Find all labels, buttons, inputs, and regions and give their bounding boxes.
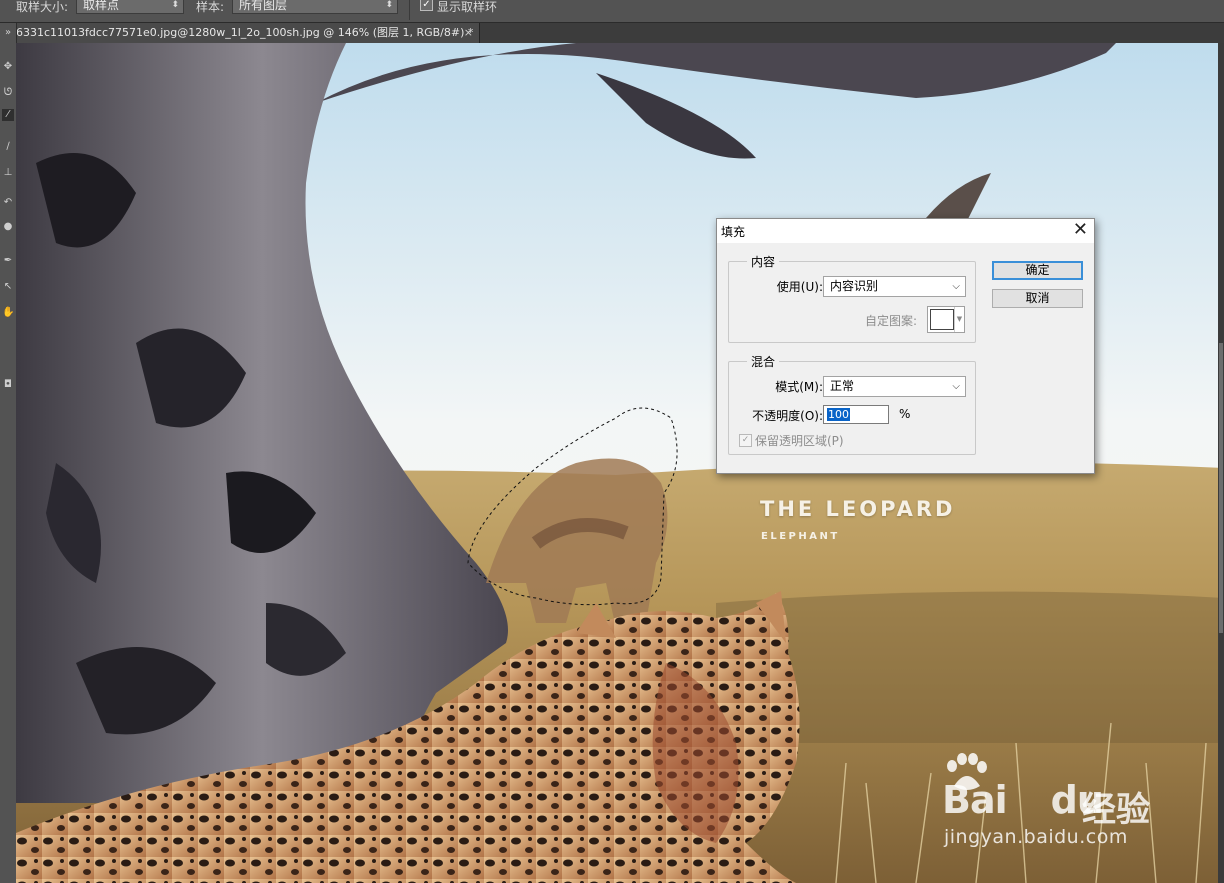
contents-group: 内容 使用(U): 内容识别 ⌵ 自定图案: ▼ (728, 253, 976, 343)
move-tool-icon[interactable]: ✥ (2, 61, 14, 73)
chevron-updown-icon: ⬍ (171, 0, 179, 10)
opacity-input[interactable]: 100 (823, 405, 889, 424)
custom-pattern-picker[interactable]: ▼ (927, 306, 965, 333)
document-tab-bar: 6331c11013fdcc77571e0.jpg@1280w_1l_2o_10… (0, 23, 1224, 43)
use-select-value: 内容识别 (830, 279, 879, 293)
use-label: 使用(U): (776, 280, 823, 294)
baidu-paw-icon (947, 753, 987, 790)
hand-tool-icon[interactable]: ✋ (2, 307, 14, 319)
sample-size-value: 取样点 (83, 0, 120, 12)
blur-tool-icon[interactable]: ● (2, 221, 14, 233)
cancel-button[interactable]: 取消 (992, 289, 1083, 308)
scrollbar-thumb[interactable] (1219, 343, 1223, 633)
document-tab-title: 6331c11013fdcc77571e0.jpg@1280w_1l_2o_10… (16, 26, 474, 39)
tools-panel: » ✥ ᘎ ⁄ ∕ ⊥ ↶ ● ✒ ↖ ✋ ◘ (0, 23, 17, 408)
use-select[interactable]: 内容识别 ⌵ (823, 276, 966, 297)
show-ring-label: 显示取样环 (437, 0, 498, 14)
poster-subtitle: ELEPHANT (761, 531, 840, 542)
show-ring-checkbox[interactable]: ✓ (420, 0, 433, 11)
eyedropper-tool-icon[interactable]: ⁄ (2, 109, 14, 121)
sample-select[interactable]: 所有图层 ⬍ (232, 0, 398, 14)
chevron-down-icon: ▼ (954, 307, 964, 332)
preserve-transparency-checkbox[interactable]: ✓ (739, 434, 752, 447)
mode-select-value: 正常 (830, 379, 855, 393)
pen-tool-icon[interactable]: ✒ (2, 255, 14, 267)
clone-stamp-tool-icon[interactable]: ⊥ (2, 167, 14, 179)
panel-collapse-icon[interactable]: » (2, 27, 14, 39)
contents-group-label: 内容 (747, 253, 780, 270)
brush-tool-icon[interactable]: ∕ (2, 141, 14, 153)
sample-value: 所有图层 (239, 0, 288, 12)
watermark-url: jingyan.baidu.com (944, 826, 1128, 848)
chevron-updown-icon: ⬍ (385, 0, 393, 10)
blending-group-label: 混合 (747, 353, 780, 370)
options-divider (409, 0, 410, 20)
blending-group: 混合 模式(M): 正常 ⌵ 不透明度(O): 100 % ✓ 保留透明区域(P… (728, 353, 976, 455)
custom-pattern-label: 自定图案: (864, 314, 917, 328)
opacity-unit: % (899, 407, 911, 421)
pattern-swatch (930, 309, 954, 330)
lasso-tool-icon[interactable]: ᘎ (2, 87, 14, 99)
mode-select[interactable]: 正常 ⌵ (823, 376, 966, 397)
jingyan-text: 经验 (1082, 790, 1150, 830)
chevron-down-icon: ⌵ (952, 281, 960, 292)
dialog-title: 填充 (721, 225, 746, 239)
document-tab[interactable]: 6331c11013fdcc77571e0.jpg@1280w_1l_2o_10… (14, 23, 480, 43)
quick-mask-icon[interactable]: ◘ (2, 379, 14, 391)
options-bar: 取样大小: 取样点 ⬍ 样本: 所有图层 ⬍ ✓ 显示取样环 (0, 0, 1224, 23)
mode-label: 模式(M): (775, 380, 823, 394)
opacity-value: 100 (827, 408, 850, 421)
sample-label: 样本: (196, 0, 225, 14)
close-tab-icon[interactable]: × (464, 23, 473, 43)
sample-size-label: 取样大小: (16, 0, 69, 14)
history-brush-tool-icon[interactable]: ↶ (2, 197, 14, 209)
ok-button[interactable]: 确定 (992, 261, 1083, 280)
close-icon[interactable]: ✕ (1073, 219, 1088, 241)
dialog-title-bar[interactable]: 填充 ✕ (717, 219, 1094, 243)
opacity-label: 不透明度(O): (752, 409, 823, 423)
chevron-down-icon: ⌵ (952, 381, 960, 392)
preserve-transparency-label: 保留透明区域(P) (755, 434, 844, 448)
fill-dialog: 填充 ✕ 内容 使用(U): 内容识别 ⌵ 自定图案: ▼ 混合 模式(M): … (716, 218, 1095, 474)
path-select-tool-icon[interactable]: ↖ (2, 281, 14, 293)
sample-size-select[interactable]: 取样点 ⬍ (76, 0, 184, 14)
poster-title: THE LEOPARD (760, 497, 956, 521)
vertical-scrollbar[interactable] (1218, 43, 1224, 883)
